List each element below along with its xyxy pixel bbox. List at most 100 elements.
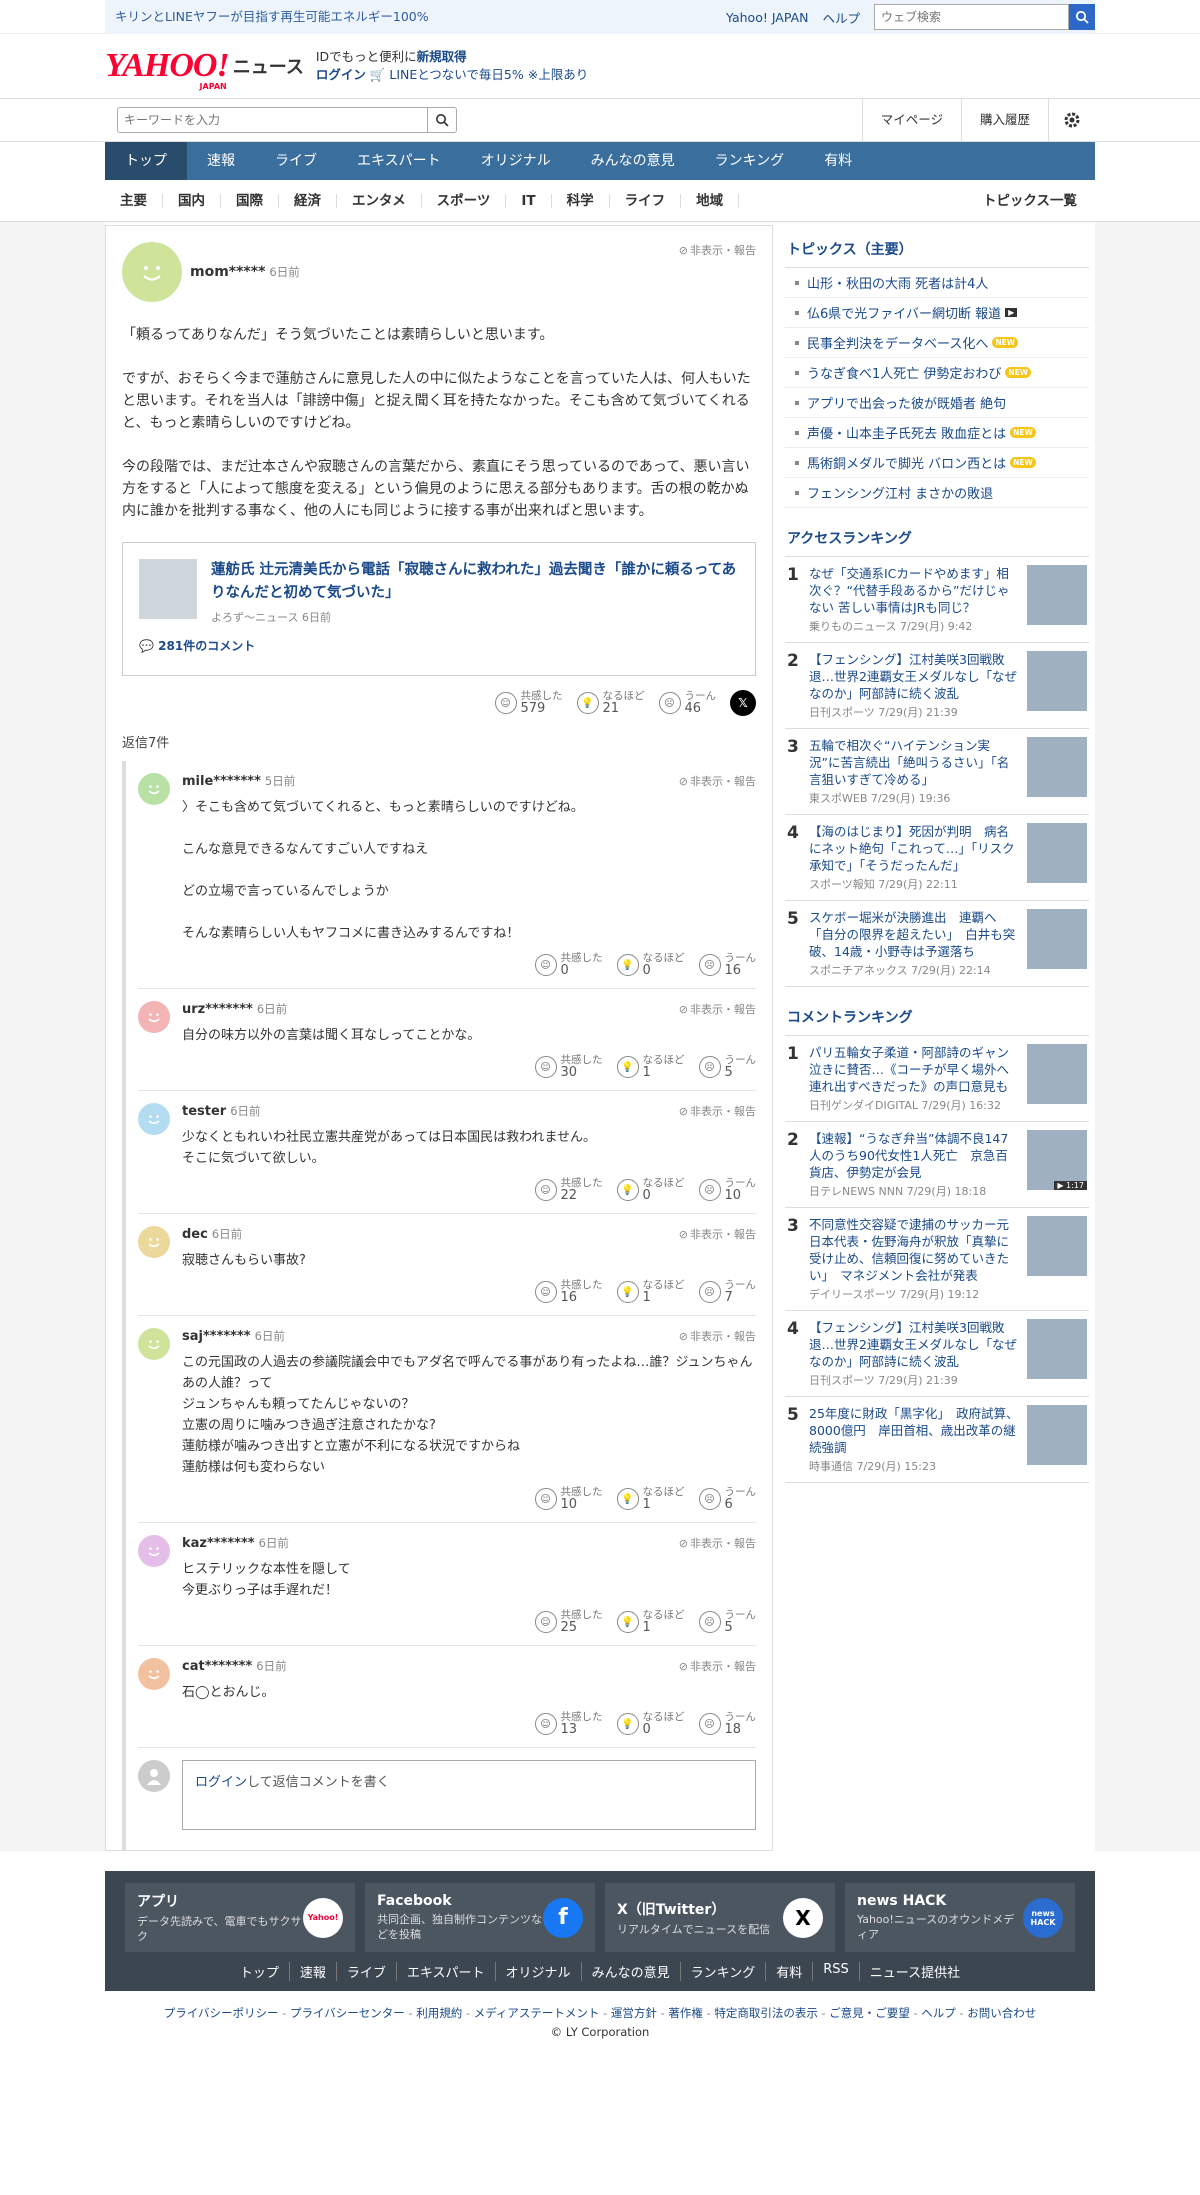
- reply-user[interactable]: urz*******: [182, 1002, 253, 1017]
- umm-button[interactable]: ☹ うーん 46: [658, 690, 716, 716]
- reply-user[interactable]: mile*******: [182, 774, 261, 789]
- web-search-button[interactable]: [1069, 4, 1095, 30]
- naruhodo-button[interactable]: 💡 なるほど 1: [616, 1486, 685, 1512]
- agree-button[interactable]: ☺ 共感した 22: [534, 1177, 603, 1203]
- footer-link[interactable]: エキスパート: [397, 1962, 496, 1981]
- naruhodo-button[interactable]: 💡 なるほど 0: [616, 1177, 685, 1203]
- nav-ranking[interactable]: ランキング: [695, 142, 805, 180]
- footer-link[interactable]: みんなの意見: [582, 1962, 681, 1981]
- footer-bottom-link[interactable]: ご意見・ご要望: [829, 2006, 910, 2020]
- help-link[interactable]: ヘルプ: [822, 8, 860, 27]
- ranking-item[interactable]: 3 五輪で相次ぐ“ハイテンション実況”に苦言続出「絶叫うるさい」「名言狙いすぎて冷…: [785, 729, 1089, 815]
- topic-title[interactable]: アプリで出会った彼が既婚者 絶句: [807, 393, 1006, 412]
- topic-item[interactable]: 仏6県で光ファイバー網切断 報道 ▶: [785, 298, 1089, 328]
- yahoo-japan-link[interactable]: Yahoo! JAPAN: [726, 10, 808, 25]
- subnav-item[interactable]: 地域: [681, 194, 740, 208]
- ranking-item[interactable]: 4 【海のはじまり】死因が判明 病名にネット絶句「これって…」「リスク承知で」「そ…: [785, 815, 1089, 901]
- reply-login-link[interactable]: ログイン: [195, 1775, 247, 1790]
- rank-title[interactable]: 不同意性交容疑で逮捕のサッカー元日本代表・佐野海舟が釈放「真摯に受け止め、信頼回…: [809, 1216, 1019, 1284]
- footer-link[interactable]: 有料: [766, 1962, 814, 1981]
- subnav-item[interactable]: 国内: [163, 194, 221, 208]
- footer-link[interactable]: 速報: [290, 1962, 337, 1981]
- line-link[interactable]: LINEとつないで毎日5% ※上限あり: [389, 67, 588, 82]
- hide-report-link[interactable]: ⊘ 非表示・報告: [679, 773, 756, 789]
- mypage-link[interactable]: マイページ: [861, 99, 961, 141]
- footer-bottom-link[interactable]: お問い合わせ: [967, 2006, 1036, 2020]
- agree-button[interactable]: ☺ 共感した 25: [534, 1609, 603, 1635]
- article-comment-count[interactable]: 💬 281件のコメント: [139, 637, 739, 654]
- agree-button[interactable]: ☺ 共感した 579: [494, 690, 563, 716]
- all-topics-link[interactable]: トピックス一覧: [968, 194, 1095, 208]
- naruhodo-button[interactable]: 💡 なるほど 0: [616, 952, 685, 978]
- nav-opinions[interactable]: みんなの意見: [571, 142, 695, 180]
- naruhodo-button[interactable]: 💡 なるほど 1: [616, 1279, 685, 1305]
- rank-title[interactable]: 【速報】“うなぎ弁当”体調不良147人のうち90代女性1人死亡 京急百貨店、伊勢…: [809, 1130, 1019, 1181]
- footer-link[interactable]: ニュース提供社: [860, 1962, 970, 1981]
- footer-bottom-link[interactable]: 特定商取引法の表示: [714, 2006, 818, 2020]
- nav-original[interactable]: オリジナル: [461, 142, 571, 180]
- article-title[interactable]: 蓮舫氏 辻元清美氏から電話「寂聴さんに救われた」過去聞き「誰かに頼るってありなん…: [211, 559, 739, 605]
- rank-title[interactable]: 25年度に財政「黒字化」 政府試算、8000億円 岸田首相、歳出改革の継続強調: [809, 1405, 1019, 1456]
- footer-bottom-link[interactable]: プライバシーセンター: [290, 2006, 405, 2020]
- ranking-item[interactable]: 5 スケボー堀米が決勝進出 連覇へ「自分の限界を超えたい」 白井も突破、14歳・小…: [785, 901, 1089, 987]
- footer-bottom-link[interactable]: ヘルプ: [921, 2006, 956, 2020]
- login-link[interactable]: ログイン: [316, 67, 366, 82]
- topic-item[interactable]: 民事全判決をデータベース化へ NEW: [785, 328, 1089, 358]
- hide-report-link[interactable]: ⊘ 非表示・報告: [679, 1658, 756, 1674]
- footer-link[interactable]: オリジナル: [496, 1962, 582, 1981]
- subnav-item[interactable]: スポーツ: [422, 194, 507, 208]
- topic-item[interactable]: フェンシング江村 まさかの敗退: [785, 478, 1089, 508]
- ranking-item[interactable]: 1 パリ五輪女子柔道・阿部詩のギャン泣きに賛否…《コーチが早く場外へ連れ出すべきだ…: [785, 1036, 1089, 1122]
- agree-button[interactable]: ☺ 共感した 0: [534, 952, 603, 978]
- register-link[interactable]: 新規取得: [417, 49, 467, 64]
- agree-button[interactable]: ☺ 共感した 13: [534, 1711, 603, 1737]
- subnav-item[interactable]: 経済: [279, 194, 337, 208]
- article-card[interactable]: 蓮舫氏 辻元清美氏から電話「寂聴さんに救われた」過去聞き「誰かに頼るってありなん…: [122, 542, 756, 676]
- umm-button[interactable]: ☹ うーん 7: [698, 1279, 756, 1305]
- web-search-input[interactable]: [874, 4, 1069, 30]
- footer-bottom-link[interactable]: メディアステートメント: [474, 2006, 600, 2020]
- umm-button[interactable]: ☹ うーん 10: [698, 1177, 756, 1203]
- comment-user[interactable]: mom*****: [190, 264, 265, 280]
- purchase-history-link[interactable]: 購入履歴: [960, 99, 1048, 141]
- x-share-button[interactable]: 𝕏: [730, 690, 756, 716]
- agree-button[interactable]: ☺ 共感した 30: [534, 1054, 603, 1080]
- ranking-item[interactable]: 5 25年度に財政「黒字化」 政府試算、8000億円 岸田首相、歳出改革の継続強調…: [785, 1397, 1089, 1483]
- subnav-item[interactable]: 国際: [221, 194, 279, 208]
- topic-title[interactable]: 声優・山本圭子氏死去 敗血症とは: [807, 423, 1006, 442]
- topic-title[interactable]: うなぎ食べ1人死亡 伊勢定おわび: [807, 363, 1001, 382]
- subnav-item[interactable]: 主要: [105, 194, 163, 208]
- rank-title[interactable]: 【フェンシング】江村美咲3回戦敗退…世界2連覇女王メダルなし「なぜなのか」阿部詩…: [809, 1319, 1019, 1370]
- topic-item[interactable]: 山形・秋田の大雨 死者は計4人: [785, 268, 1089, 298]
- naruhodo-button[interactable]: 💡 なるほど 1: [616, 1609, 685, 1635]
- umm-button[interactable]: ☹ うーん 5: [698, 1609, 756, 1635]
- naruhodo-button[interactable]: 💡 なるほど 21: [576, 690, 645, 716]
- footer-link[interactable]: ライブ: [337, 1962, 397, 1981]
- footer-link[interactable]: トップ: [230, 1962, 290, 1981]
- hide-report-link[interactable]: ⊘ 非表示・報告: [679, 1328, 756, 1344]
- promo-link[interactable]: キリンとLINEヤフーが目指す再生可能エネルギー100%: [105, 0, 713, 34]
- reply-user[interactable]: saj*******: [182, 1329, 251, 1344]
- keyword-input[interactable]: [117, 107, 427, 133]
- nav-paid[interactable]: 有料: [804, 142, 872, 180]
- ranking-item[interactable]: 4 【フェンシング】江村美咲3回戦敗退…世界2連覇女王メダルなし「なぜなのか」阿部…: [785, 1311, 1089, 1397]
- agree-button[interactable]: ☺ 共感した 10: [534, 1486, 603, 1512]
- comment-ranking-heading[interactable]: コメントランキング: [785, 1001, 1089, 1036]
- access-ranking-heading[interactable]: アクセスランキング: [785, 522, 1089, 557]
- rank-title[interactable]: 【海のはじまり】死因が判明 病名にネット絶句「これって…」「リスク承知で」「そう…: [809, 823, 1019, 874]
- topics-heading[interactable]: トピックス（主要）: [785, 233, 1089, 268]
- reply-user[interactable]: kaz*******: [182, 1536, 255, 1551]
- hide-report-link[interactable]: ⊘ 非表示・報告: [679, 242, 756, 258]
- topic-item[interactable]: アプリで出会った彼が既婚者 絶句: [785, 388, 1089, 418]
- footer-card[interactable]: アプリ データ先読みで、電車でもサクサク Yahoo!: [125, 1883, 355, 1952]
- reply-input[interactable]: ログインして返信コメントを書く: [182, 1760, 756, 1830]
- hide-report-link[interactable]: ⊘ 非表示・報告: [679, 1001, 756, 1017]
- ranking-item[interactable]: 2 【フェンシング】江村美咲3回戦敗退…世界2連覇女王メダルなし「なぜなのか」阿部…: [785, 643, 1089, 729]
- yahoo-news-logo[interactable]: YAHOO! JAPAN ニュース: [105, 49, 304, 92]
- naruhodo-button[interactable]: 💡 なるほど 0: [616, 1711, 685, 1737]
- reply-user[interactable]: cat*******: [182, 1659, 252, 1674]
- rank-title[interactable]: なぜ「交通系ICカードやめます」相次ぐ？“代替手段あるから”だけじゃない 苦しい…: [809, 565, 1019, 616]
- topic-title[interactable]: 仏6県で光ファイバー網切断 報道: [807, 303, 1001, 322]
- nav-breaking[interactable]: 速報: [187, 142, 255, 180]
- footer-card[interactable]: Facebook 共同企画、独自制作コンテンツなどを投稿 f: [365, 1883, 595, 1952]
